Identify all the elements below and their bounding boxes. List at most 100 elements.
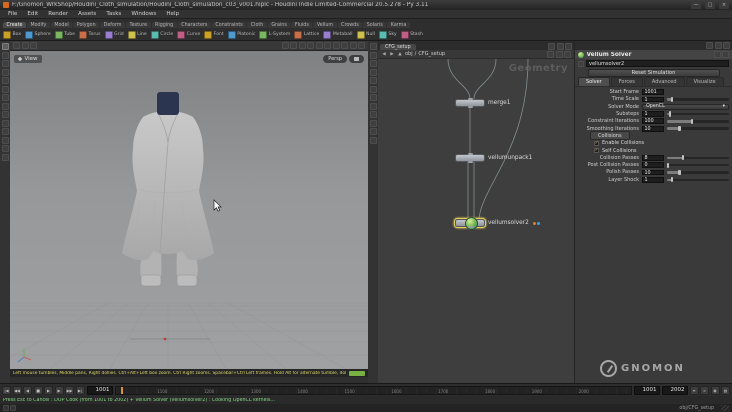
shelf-tool-tube[interactable]: Tube xyxy=(54,30,75,39)
shelf-tab-model[interactable]: Model xyxy=(50,22,73,28)
shelf-tool-circle[interactable]: Circle xyxy=(150,30,173,39)
param-value-collision-passes[interactable]: 8 xyxy=(642,154,664,161)
shelf-tool-sky[interactable]: Sky xyxy=(378,30,397,39)
camera-menu-button[interactable] xyxy=(349,55,364,63)
shelf-tool-torus[interactable]: Torus xyxy=(79,30,101,39)
snap-grid-icon[interactable] xyxy=(281,42,289,49)
slider-handle[interactable] xyxy=(678,169,681,176)
view-tool-icon[interactable] xyxy=(1,111,9,118)
shelf-tool-line[interactable]: Line xyxy=(127,30,147,39)
param-value-post-collision-passes[interactable]: 0 xyxy=(642,162,664,168)
display-options-icon[interactable] xyxy=(349,42,357,49)
translate-tool-icon[interactable] xyxy=(1,51,9,59)
gear-icon-icon[interactable] xyxy=(722,51,729,58)
shelf-tool-font[interactable]: Font xyxy=(204,30,224,39)
scene-viewport[interactable]: View Persp xyxy=(10,51,368,369)
shelf-tool-lattice[interactable]: Lattice xyxy=(294,30,319,39)
shelf-tab-karma[interactable]: Karma xyxy=(387,22,410,28)
network-editor-canvas[interactable]: merge1 vellumunpack1 vellumsolver2 Geometr… xyxy=(378,59,574,383)
shelf-tab-polygon[interactable]: Polygon xyxy=(73,22,100,28)
menu-file[interactable]: File xyxy=(4,11,21,17)
param-slider-collision-passes[interactable] xyxy=(667,155,729,161)
slider-handle[interactable] xyxy=(670,177,674,183)
pose-tool-icon[interactable] xyxy=(1,77,9,84)
section-collisions[interactable]: Collisions xyxy=(590,131,630,141)
snap-points-icon[interactable] xyxy=(290,42,297,49)
param-slider-constraint-iterations[interactable] xyxy=(667,118,729,124)
viewport-view-badge[interactable]: View xyxy=(14,55,42,63)
shelf-tool-stash[interactable]: Stash xyxy=(400,30,423,39)
slider-handle[interactable] xyxy=(669,111,672,117)
playback-options-button[interactable]: ≡ xyxy=(689,385,699,395)
shelf-tool-box[interactable]: Box xyxy=(3,30,21,39)
walk-tool-icon[interactable] xyxy=(1,119,9,127)
vectors-display-icon[interactable] xyxy=(369,119,377,127)
display-points-icon[interactable] xyxy=(369,43,377,50)
previous-keyframe-button[interactable]: ◀◀ xyxy=(12,385,22,395)
network-snapshot-icon[interactable] xyxy=(555,50,563,58)
node-flag-orange[interactable] xyxy=(532,221,536,225)
maximize-pane-icon[interactable] xyxy=(556,43,564,50)
shelf-tab-characters[interactable]: Characters xyxy=(177,22,211,28)
points-from-view-icon[interactable] xyxy=(315,42,323,49)
shelf-tool-l-system[interactable]: L-System xyxy=(259,30,290,39)
param-slider-substeps[interactable] xyxy=(667,111,729,117)
slider-handle[interactable] xyxy=(667,162,670,168)
jump-to-start-button[interactable]: |◀ xyxy=(2,385,11,395)
breadcrumb-node[interactable]: CFG_setup xyxy=(418,51,445,57)
loop-mode-button[interactable]: ∞ xyxy=(700,385,709,395)
param-tab-visualize[interactable]: Visualize xyxy=(685,77,724,86)
param-value-smoothing-iterations[interactable]: 10 xyxy=(642,125,664,132)
objects-mode-icon[interactable] xyxy=(332,42,340,49)
network-pane-tab[interactable]: CFG_setup xyxy=(380,44,416,50)
shelf-tool-curve[interactable]: Curve xyxy=(177,30,200,39)
smooth-shade-display-icon[interactable] xyxy=(369,77,377,84)
normals-display-icon[interactable] xyxy=(369,111,377,118)
node-display-flag[interactable] xyxy=(537,221,541,225)
shelf-tab-grains[interactable]: Grains xyxy=(267,22,291,28)
performance-monitor-icon[interactable] xyxy=(10,405,16,411)
vellum-solver-node-body[interactable] xyxy=(455,217,485,231)
shelf-tool-platonic[interactable]: Platonic xyxy=(227,30,255,39)
scale-tool-icon[interactable] xyxy=(1,68,9,76)
node-name-field[interactable]: vellumsolver2 xyxy=(586,60,729,67)
stop-button[interactable]: ■ xyxy=(33,385,43,395)
param-value-time-scale[interactable]: 1 xyxy=(642,96,664,103)
play-button[interactable]: ▶ xyxy=(44,385,53,395)
shelf-tab-deform[interactable]: Deform xyxy=(100,22,125,28)
shelf-tool-grid[interactable]: Grid xyxy=(104,30,124,39)
menu-assets[interactable]: Assets xyxy=(74,11,100,17)
resize-grip[interactable] xyxy=(721,405,729,411)
checkbox-self-collisions[interactable]: ✓ xyxy=(594,148,599,154)
param-tab-solver[interactable]: Solver xyxy=(578,77,610,86)
param-slider-post-collision-passes[interactable] xyxy=(667,162,729,168)
shelf-tool-null[interactable]: Null xyxy=(356,30,375,39)
param-value-constraint-iterations[interactable]: 100 xyxy=(642,118,664,124)
network-display-options-icon[interactable] xyxy=(564,50,571,58)
flipbook-tool-icon[interactable] xyxy=(1,153,9,161)
menu-tasks[interactable]: Tasks xyxy=(102,11,125,17)
shelf-tab-fluids[interactable]: Fluids xyxy=(291,22,313,28)
snap-tool-icon[interactable] xyxy=(1,94,9,101)
maximize-button[interactable]: □ xyxy=(705,1,715,9)
pin-icon-icon[interactable] xyxy=(713,51,721,58)
shelf-tab-create[interactable]: Create xyxy=(3,22,26,28)
breadcrumb-root[interactable]: obj xyxy=(405,51,413,57)
realtime-toggle-button[interactable]: ◉ xyxy=(710,385,720,395)
close-button[interactable]: × xyxy=(719,1,729,9)
network-up-button[interactable]: ▲ xyxy=(397,52,403,57)
network-forward-button[interactable]: ▶ xyxy=(389,52,395,57)
shelf-tab-constraints[interactable]: Constraints xyxy=(211,22,247,28)
param-value-layer-shock[interactable]: 1 xyxy=(642,176,664,183)
shelf-tool-sphere[interactable]: Sphere xyxy=(25,30,51,39)
next-keyframe-button[interactable]: ▶▶ xyxy=(65,385,74,395)
material-display-icon[interactable] xyxy=(369,85,377,93)
split-pane-icon[interactable] xyxy=(30,42,37,49)
info-tool-icon[interactable] xyxy=(1,128,9,135)
network-overview-icon[interactable] xyxy=(547,50,554,58)
param-value-start-frame[interactable]: 1001 xyxy=(642,89,664,95)
jump-to-end-button[interactable]: ▶| xyxy=(75,385,85,395)
shade-mode-icon[interactable] xyxy=(341,42,348,49)
split-pane-icon[interactable] xyxy=(565,43,572,50)
checkbox-enable-collisions[interactable]: ✓ xyxy=(594,140,599,146)
